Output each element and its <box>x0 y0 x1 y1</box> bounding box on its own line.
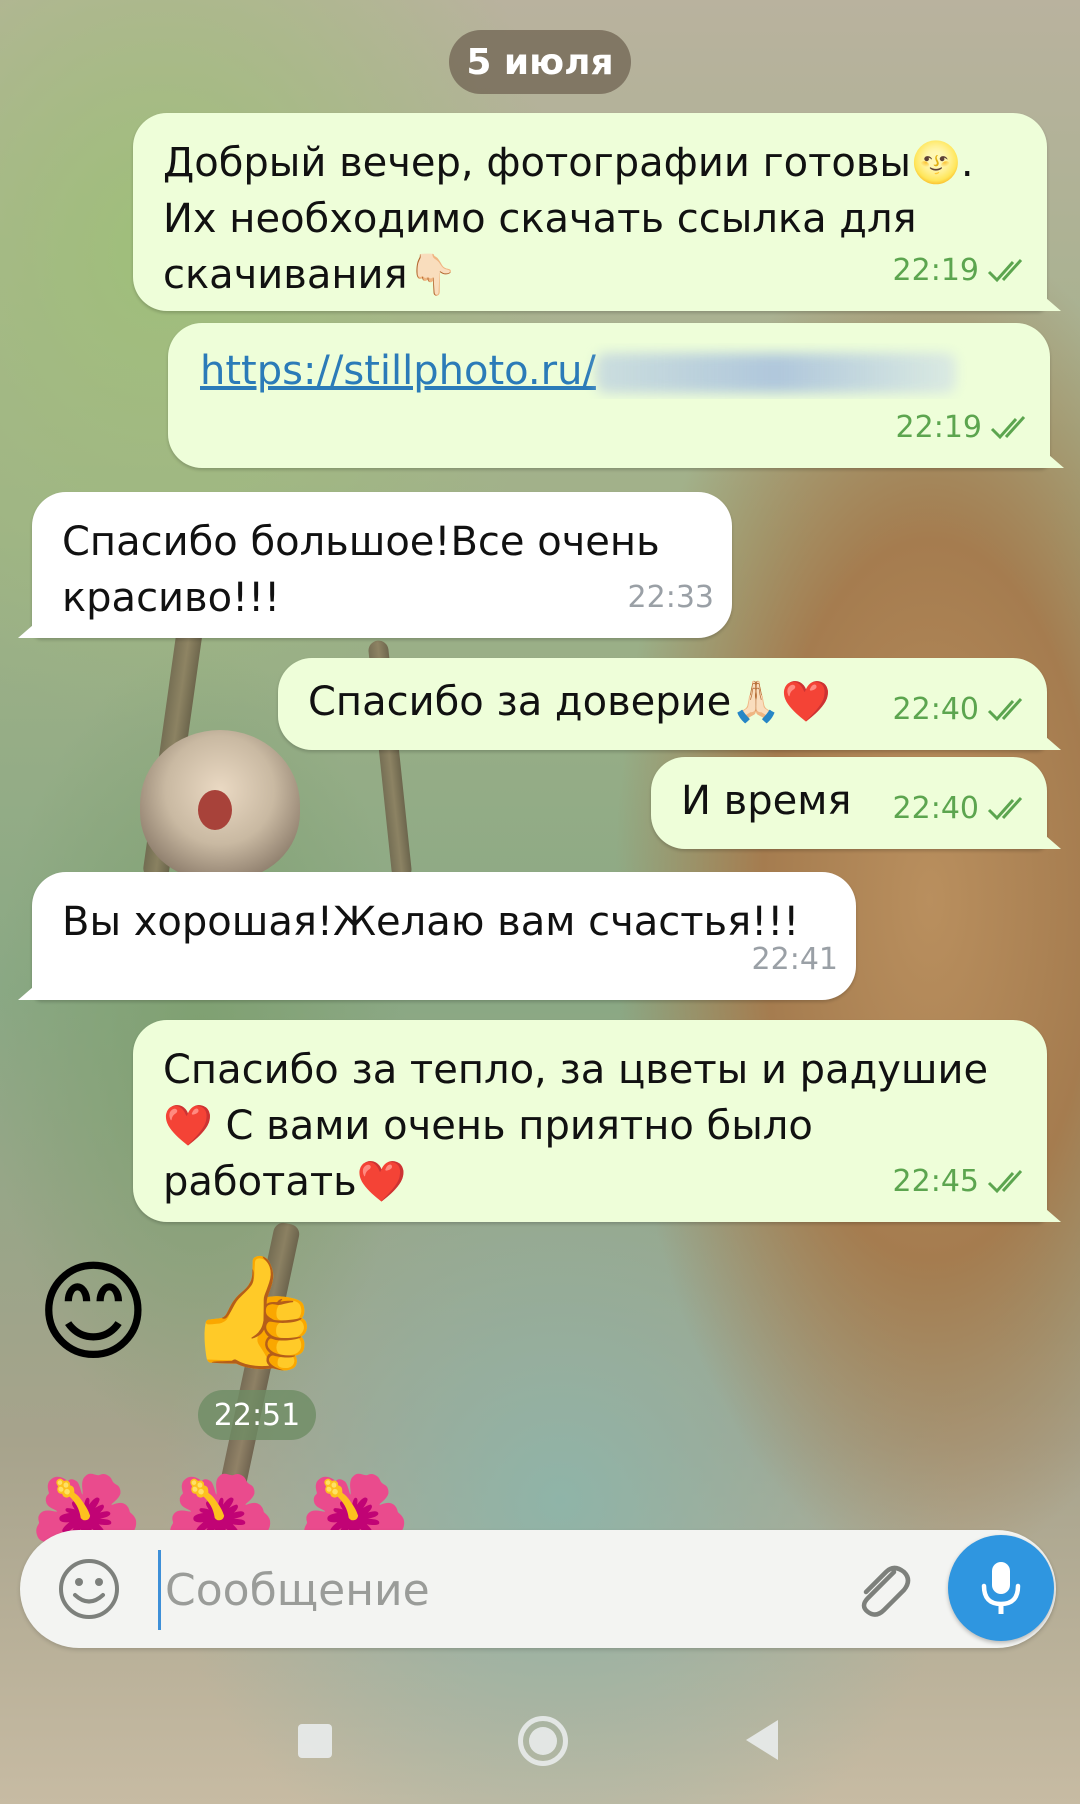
double-check-icon <box>987 258 1023 283</box>
recents-button[interactable] <box>298 1724 332 1758</box>
message-bubble-outgoing[interactable]: Спасибо за тепло, за цветы и радушие ❤️ … <box>133 1020 1047 1222</box>
smile-icon[interactable] <box>56 1556 122 1622</box>
link-row: https://stillphoto.ru/ <box>200 343 1026 399</box>
message-time: 22:19 <box>895 410 982 445</box>
message-time: 22:41 <box>751 942 838 977</box>
message-meta: 22:33 <box>628 570 714 626</box>
message-meta: 22:40 <box>893 781 1029 837</box>
message-link[interactable]: https://stillphoto.ru/ <box>200 348 596 394</box>
message-bubble-incoming[interactable]: Спасибо большое!Все очень красиво!!! 22:… <box>32 492 732 638</box>
home-button[interactable] <box>518 1716 568 1766</box>
double-check-icon <box>987 697 1023 722</box>
wallpaper-monkey <box>140 730 300 880</box>
date-separator: 5 июля <box>449 30 631 94</box>
message-bubble-outgoing[interactable]: И время 22:40 <box>651 757 1047 849</box>
message-composer <box>20 1530 1056 1648</box>
message-bubble-outgoing[interactable]: Добрый вечер, фотографии готовы🌝. Их нео… <box>133 113 1047 311</box>
paperclip-icon[interactable] <box>846 1554 916 1624</box>
message-time: 22:40 <box>892 791 979 826</box>
message-time: 22:45 <box>892 1164 979 1199</box>
system-navigation-bar <box>0 1680 1080 1804</box>
double-check-icon <box>987 796 1023 821</box>
double-check-icon <box>990 415 1026 440</box>
message-bubble-outgoing[interactable]: https://stillphoto.ru/ 22:19 <box>168 323 1050 468</box>
message-text: Спасибо большое!Все очень красиво!!! <box>62 519 660 621</box>
message-text: Вы хорошая!Желаю вам счастья!!! <box>62 899 800 945</box>
message-input[interactable] <box>158 1550 847 1630</box>
message-time: 22:19 <box>892 253 979 288</box>
message-bubble-incoming[interactable]: Вы хорошая!Желаю вам счастья!!! 22:41 <box>32 872 856 1000</box>
message-time: 22:33 <box>627 580 714 615</box>
message-meta: 22:41 <box>752 932 838 988</box>
message-meta: 22:45 <box>893 1154 1029 1210</box>
message-meta: 22:19 <box>896 400 1032 456</box>
blurred-link-part <box>595 353 956 393</box>
back-button[interactable] <box>746 1720 778 1760</box>
message-meta: 22:19 <box>893 243 1029 299</box>
message-time: 22:51 <box>198 1390 316 1440</box>
double-check-icon <box>987 1169 1023 1194</box>
message-meta: 22:40 <box>893 682 1029 738</box>
microphone-icon <box>981 1562 1021 1614</box>
message-bubble-outgoing[interactable]: Спасибо за доверие🙏🏻❤️ 22:40 <box>278 658 1047 750</box>
message-time: 22:40 <box>892 692 979 727</box>
emoji-message[interactable]: 😊 👍 <box>36 1252 323 1372</box>
microphone-button[interactable] <box>948 1535 1054 1641</box>
